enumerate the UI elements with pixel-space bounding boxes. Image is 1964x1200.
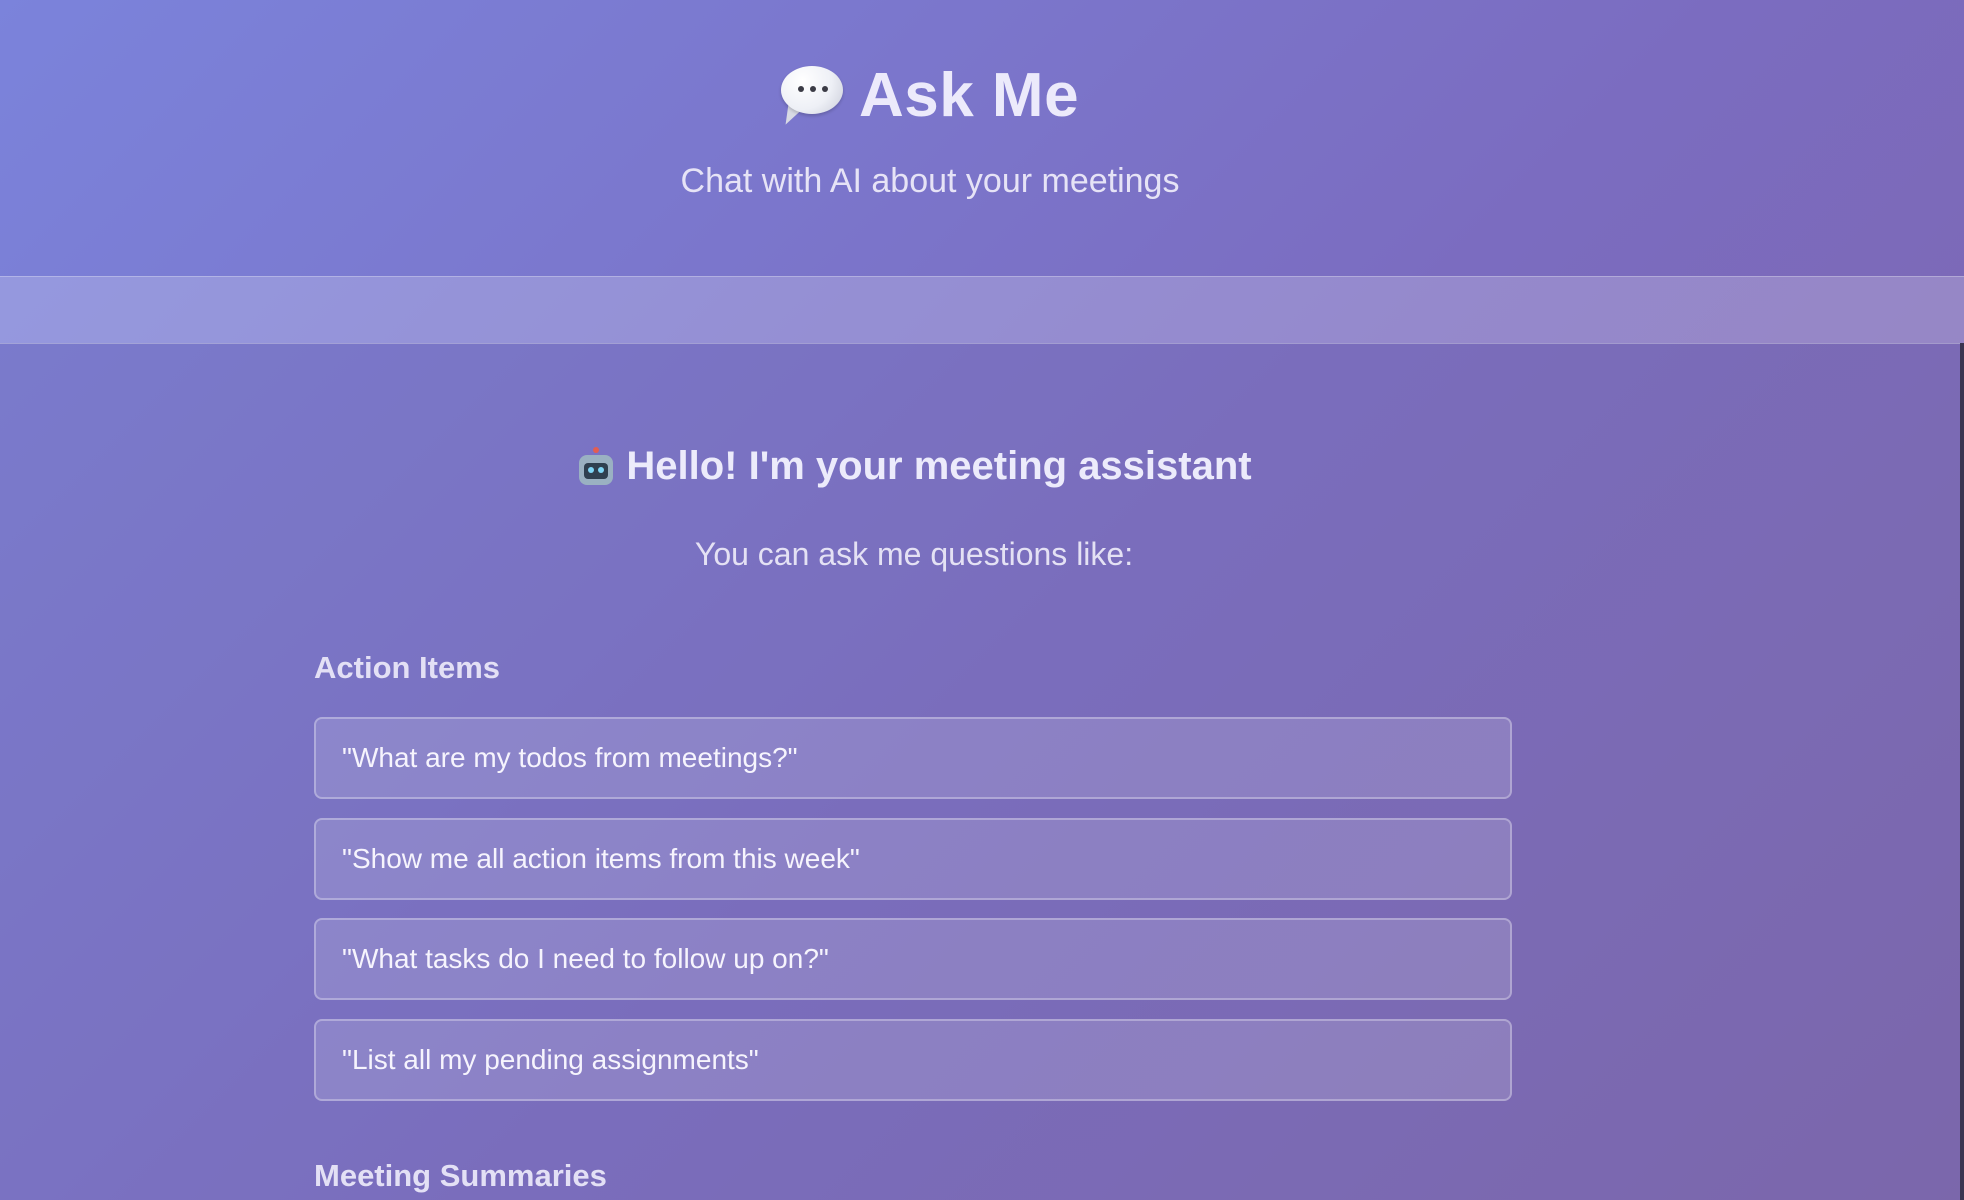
suggestion-chip[interactable]: "Show me all action items from this week… — [314, 818, 1512, 900]
title-row: Ask Me — [0, 60, 1860, 131]
section-heading-meeting-summaries: Meeting Summaries — [314, 1158, 607, 1193]
ask-me-page: Ask Me Chat with AI about your meetings … — [0, 0, 1964, 1200]
page-header: Ask Me Chat with AI about your meetings — [0, 0, 1964, 276]
suggestion-chip[interactable]: "What are my todos from meetings?" — [314, 717, 1512, 799]
suggestion-chip[interactable]: "What tasks do I need to follow up on?" — [314, 918, 1512, 1000]
header-divider-band — [0, 276, 1964, 344]
suggestion-chip[interactable]: "List all my pending assignments" — [314, 1019, 1512, 1101]
page-title: Ask Me — [858, 61, 1080, 130]
robot-icon — [576, 446, 616, 487]
speech-bubble-icon — [780, 64, 845, 128]
welcome-heading: Hello! I'm your meeting assistant — [626, 444, 1252, 488]
section-heading-action-items: Action Items — [314, 650, 501, 685]
scrollbar[interactable] — [1960, 343, 1964, 1200]
welcome-heading-row: Hello! I'm your meeting assistant — [0, 444, 1828, 489]
welcome-hint: You can ask me questions like: — [694, 536, 1134, 572]
page-subtitle: Chat with AI about your meetings — [680, 162, 1180, 200]
